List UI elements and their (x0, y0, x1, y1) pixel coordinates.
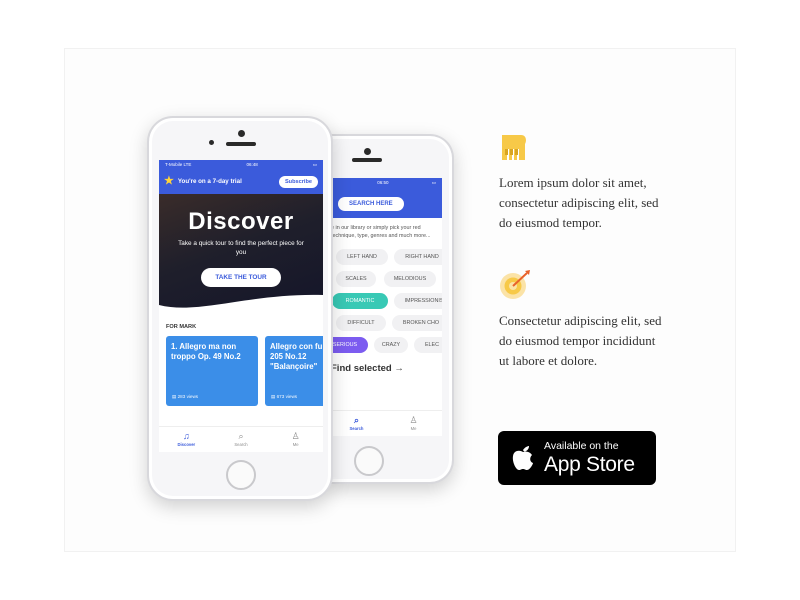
discover-title: Discover (188, 208, 294, 235)
status-time: 06:48 (246, 162, 258, 167)
discover-subtitle: Take a quick tour to find the perfect pi… (178, 240, 304, 256)
chip-crazy[interactable]: CRAZY (374, 337, 408, 353)
find-selected-label: Find selected (331, 363, 392, 374)
search-hint: e in our library or simply pick your red… (331, 225, 431, 239)
front-phone: T-Mobile LTE 06:48 ▭ ★ You're on a 7-day… (147, 116, 333, 501)
arrow-right-icon: → (394, 363, 404, 374)
status-bar: T-Mobile LTE 06:48 ▭ (159, 160, 323, 169)
apple-icon (512, 446, 533, 470)
battery-icon: ▭ (431, 179, 436, 185)
search-header: SEARCH HERE (328, 187, 442, 218)
chip-difficult[interactable]: DIFFICULT (336, 315, 386, 331)
tab-search[interactable]: ⌕ Search (214, 427, 269, 452)
subscribe-button[interactable]: Subscribe (278, 175, 318, 188)
tab-bar: ♫ Discover ⌕ Search ♙ Me (159, 426, 323, 452)
piano-icon (502, 135, 526, 160)
tab-bar: ⌕ Search ♙ Me (328, 410, 442, 436)
search-icon: ⌕ (238, 431, 244, 441)
speaker (352, 158, 382, 162)
piece-card[interactable]: Allegro con fu Op. 205 No.12 "Balançoire… (265, 336, 323, 406)
feature-text: Lorem ipsum dolor sit amet, consectetur … (499, 175, 659, 230)
target-icon (500, 270, 530, 299)
pieces-row: 1. Allegro ma non troppo Op. 49 No.2 ▤ 2… (159, 336, 323, 406)
home-button[interactable] (226, 460, 256, 490)
piece-views: ▤ 283 views (172, 394, 199, 399)
speaker (226, 142, 256, 146)
back-phone: 06:50 ▭ SEARCH HERE e in our library or … (328, 134, 454, 484)
chip-impressionist[interactable]: IMPRESSIONIS (394, 293, 442, 309)
tab-me[interactable]: ♙ Me (385, 411, 442, 436)
discover-screen: T-Mobile LTE 06:48 ▭ ★ You're on a 7-day… (159, 160, 323, 452)
chip-right-hand[interactable]: RIGHT HAND (394, 249, 442, 265)
app-store-line1: Available on the (544, 440, 619, 452)
chip-broken-chords[interactable]: BROKEN CHO (392, 315, 442, 331)
chip-elec[interactable]: ELEC (414, 337, 442, 353)
search-icon: ⌕ (353, 415, 360, 425)
piece-title: Allegro con fu Op. 205 No.12 "Balançoire… (270, 342, 323, 371)
tab-label: Me (410, 426, 417, 431)
chip-left-hand[interactable]: LEFT HAND (336, 249, 388, 265)
piece-card[interactable]: 1. Allegro ma non troppo Op. 49 No.2 ▤ 2… (166, 336, 258, 406)
feature-piano: Lorem ipsum dolor sit amet, consectetur … (499, 132, 719, 233)
music-note-icon: ♫ (182, 431, 190, 441)
chip-scales[interactable]: SCALES (336, 271, 376, 287)
sensor (209, 140, 214, 145)
feature-text: Consectetur adipiscing elit, sed do eius… (499, 313, 662, 368)
battery-icon: ▭ (312, 161, 317, 167)
status-time: 06:50 (377, 180, 389, 185)
tab-label: Me (292, 442, 299, 447)
trial-text: You're on a 7-day trial (177, 178, 242, 185)
find-selected-button[interactable]: Find selected → (328, 356, 442, 381)
person-icon: ♙ (291, 431, 300, 441)
hero-wave (159, 294, 323, 313)
chip-romantic[interactable]: ROMANTIC (332, 293, 388, 309)
chip-serious[interactable]: SERIOUS (328, 337, 368, 353)
tab-label: Search (234, 442, 248, 447)
take-tour-button[interactable]: TAKE THE TOUR (201, 268, 281, 287)
search-here-button[interactable]: SEARCH HERE (338, 197, 404, 211)
carrier-label: T-Mobile LTE (165, 162, 192, 167)
chip-row: LEFT HAND RIGHT HAND (328, 246, 442, 268)
tab-discover[interactable]: ♫ Discover (159, 427, 214, 452)
person-icon: ♙ (409, 415, 418, 425)
star-icon: ★ (164, 175, 174, 187)
front-camera (364, 148, 371, 155)
piece-title: 1. Allegro ma non troppo Op. 49 No.2 (171, 342, 241, 361)
app-store-badge[interactable]: Available on the App Store (498, 431, 656, 485)
chip-row: DIFFICULT BROKEN CHO (328, 312, 442, 334)
chip-melodious[interactable]: MELODIOUS (384, 271, 436, 287)
chip-row: SERIOUS CRAZY ELEC (328, 334, 442, 356)
chip-row: ROMANTIC IMPRESSIONIS (328, 290, 442, 312)
feature-target: Consectetur adipiscing elit, sed do eius… (499, 269, 719, 371)
search-screen: 06:50 ▭ SEARCH HERE e in our library or … (328, 178, 442, 436)
tab-search[interactable]: ⌕ Search (328, 411, 385, 436)
trial-banner: ★ You're on a 7-day trial Subscribe (159, 169, 323, 194)
front-camera (238, 130, 245, 137)
piece-views: ▤ 673 views (271, 394, 298, 399)
home-button[interactable] (354, 446, 384, 476)
app-store-line2: App Store (544, 453, 635, 476)
section-label: FOR MARK (166, 324, 197, 330)
status-bar: 06:50 ▭ (328, 178, 442, 187)
chip-row: SCALES MELODIOUS (328, 268, 442, 290)
tab-label: Discover (177, 442, 196, 447)
discover-hero: Discover Take a quick tour to find the p… (159, 194, 323, 313)
tab-me[interactable]: ♙ Me (268, 427, 323, 452)
tab-label: Search (349, 426, 364, 431)
